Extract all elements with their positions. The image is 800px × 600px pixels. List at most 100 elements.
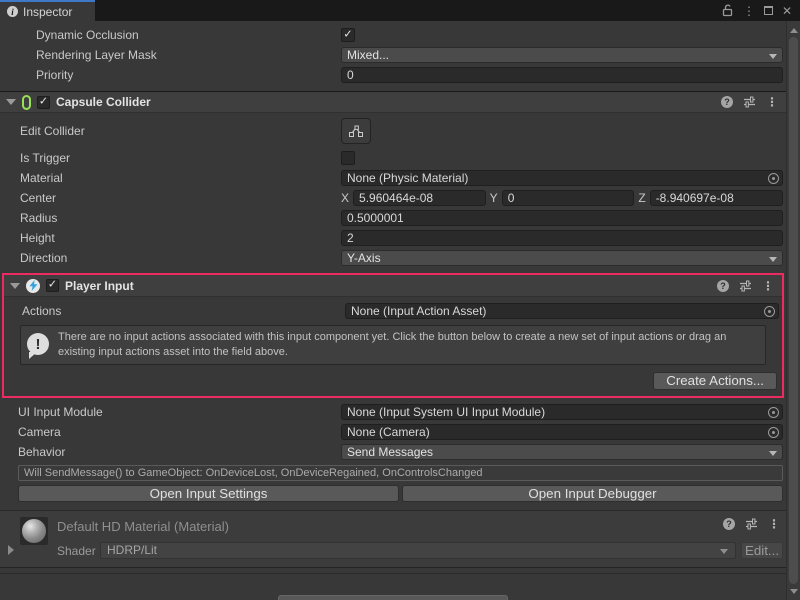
material-preview-thumbnail[interactable] [20,517,48,545]
chevron-down-icon [769,451,777,456]
lock-icon[interactable] [722,4,734,17]
rendering-layer-mask-dropdown[interactable]: Mixed... [341,47,783,63]
material-title: Default HD Material (Material) [57,519,229,534]
row-is-trigger: Is Trigger [0,148,786,168]
row-radius: Radius 0.5000001 [0,208,786,228]
scroll-up-icon[interactable] [787,23,800,37]
material-section: Default HD Material (Material) ? ⋮ Shade… [0,510,786,568]
radius-field[interactable]: 0.5000001 [341,210,783,226]
capsule-collider-enabled-checkbox[interactable]: ✓ [37,96,50,109]
material-object-field[interactable]: None (Physic Material) [341,170,783,186]
scrollbar-thumb[interactable] [789,37,798,584]
inspector-content: Dynamic Occlusion ✓ Rendering Layer Mask… [0,21,786,600]
axis-z-label: Z [638,191,645,205]
capsule-collider-icon [22,95,31,110]
window-menu-icon[interactable]: ⋮ [743,5,755,17]
behavior-dropdown[interactable]: Send Messages [341,444,783,460]
player-input-icon [26,279,40,293]
window-controls: ⋮ ✕ [722,0,800,21]
direction-dropdown[interactable]: Y-Axis [341,250,783,266]
row-height: Height 2 [0,228,786,248]
close-icon[interactable]: ✕ [782,5,792,17]
inspector-info-icon: i [7,6,18,17]
camera-label: Camera [18,425,341,439]
help-icon[interactable]: ? [717,280,729,292]
behavior-label: Behavior [18,445,341,459]
object-picker-icon[interactable] [768,427,779,438]
row-dynamic-occlusion: Dynamic Occlusion ✓ [0,25,786,45]
presets-icon[interactable] [745,518,758,530]
row-center: Center X 5.960464e-08 Y0 Z -8.940697e-08 [0,188,786,208]
material-label: Material [20,171,341,185]
row-edit-collider: Edit Collider [0,117,786,145]
edit-collider-label: Edit Collider [20,124,341,138]
kebab-menu-icon[interactable]: ⋮ [768,518,780,530]
add-component-button[interactable]: Add Component [278,595,508,600]
axis-x-label: X [341,191,349,205]
row-material: Material None (Physic Material) [0,168,786,188]
presets-icon[interactable] [743,96,756,108]
shader-edit-button[interactable]: Edit... [741,542,783,559]
material-sphere-preview [22,519,46,543]
radius-label: Radius [20,211,341,225]
foldout-icon[interactable] [10,283,20,289]
shader-label: Shader [57,544,96,558]
tab-inspector-label: Inspector [23,5,72,19]
edit-collider-icon [348,125,364,138]
kebab-menu-icon[interactable]: ⋮ [762,280,774,292]
titlebar: i Inspector ⋮ ✕ [0,0,800,21]
send-message-info: Will SendMessage() to GameObject: OnDevi… [18,465,783,481]
object-picker-icon[interactable] [764,306,775,317]
center-x-field[interactable]: 5.960464e-08 [353,190,486,206]
rendering-layer-mask-label: Rendering Layer Mask [36,48,341,62]
player-input-highlight: ✓ Player Input ? ⋮ Actions None (Input A… [2,273,784,398]
is-trigger-checkbox[interactable] [341,151,355,165]
camera-object-field[interactable]: None (Camera) [341,424,783,440]
row-camera: Camera None (Camera) [0,422,786,442]
chevron-down-icon [769,257,777,262]
chevron-down-icon [769,54,777,59]
shader-dropdown[interactable]: HDRP/Lit [100,542,736,559]
inspector-window: i Inspector ⋮ ✕ Dynamic Occlusion ✓ Rend… [0,0,800,600]
object-picker-icon[interactable] [768,173,779,184]
capsule-collider-header[interactable]: ✓ Capsule Collider ? ⋮ [0,91,786,113]
height-field[interactable]: 2 [341,230,783,246]
presets-icon[interactable] [739,280,752,292]
open-input-settings-button[interactable]: Open Input Settings [18,485,399,502]
tab-inspector[interactable]: i Inspector [0,0,95,21]
dynamic-occlusion-checkbox[interactable]: ✓ [341,28,355,42]
row-priority: Priority 0 [0,65,786,85]
center-label: Center [20,191,341,205]
ui-input-module-label: UI Input Module [18,405,341,419]
vertical-scrollbar[interactable] [786,21,800,600]
help-icon[interactable]: ? [721,96,733,108]
actions-object-field[interactable]: None (Input Action Asset) [345,303,779,319]
no-actions-warning-text: There are no input actions associated wi… [58,330,757,360]
center-y-field[interactable]: 0 [502,190,635,206]
edit-collider-button[interactable] [341,118,371,144]
maximize-icon[interactable] [764,6,773,15]
priority-field[interactable]: 0 [341,67,783,83]
ui-input-module-object-field[interactable]: None (Input System UI Input Module) [341,404,783,420]
center-z-field[interactable]: -8.940697e-08 [650,190,783,206]
row-behavior: Behavior Send Messages [0,442,786,462]
player-input-enabled-checkbox[interactable]: ✓ [46,279,59,292]
kebab-menu-icon[interactable]: ⋮ [766,96,778,108]
open-input-debugger-button[interactable]: Open Input Debugger [402,485,783,502]
create-actions-button[interactable]: Create Actions... [653,372,777,390]
material-foldout-icon[interactable] [8,545,14,555]
axis-y-label: Y [490,191,498,205]
height-label: Height [20,231,341,245]
direction-label: Direction [20,251,341,265]
help-icon[interactable]: ? [723,518,735,530]
scroll-down-icon[interactable] [787,584,800,598]
foldout-icon[interactable] [6,99,16,105]
row-rendering-layer-mask: Rendering Layer Mask Mixed... [0,45,786,65]
row-ui-input-module: UI Input Module None (Input System UI In… [0,402,786,422]
warning-icon: ! [27,333,50,356]
no-actions-warning-box: ! There are no input actions associated … [20,325,766,365]
object-picker-icon[interactable] [768,407,779,418]
is-trigger-label: Is Trigger [20,151,341,165]
player-input-header[interactable]: ✓ Player Input ? ⋮ [4,275,782,297]
row-actions: Actions None (Input Action Asset) [4,301,782,321]
